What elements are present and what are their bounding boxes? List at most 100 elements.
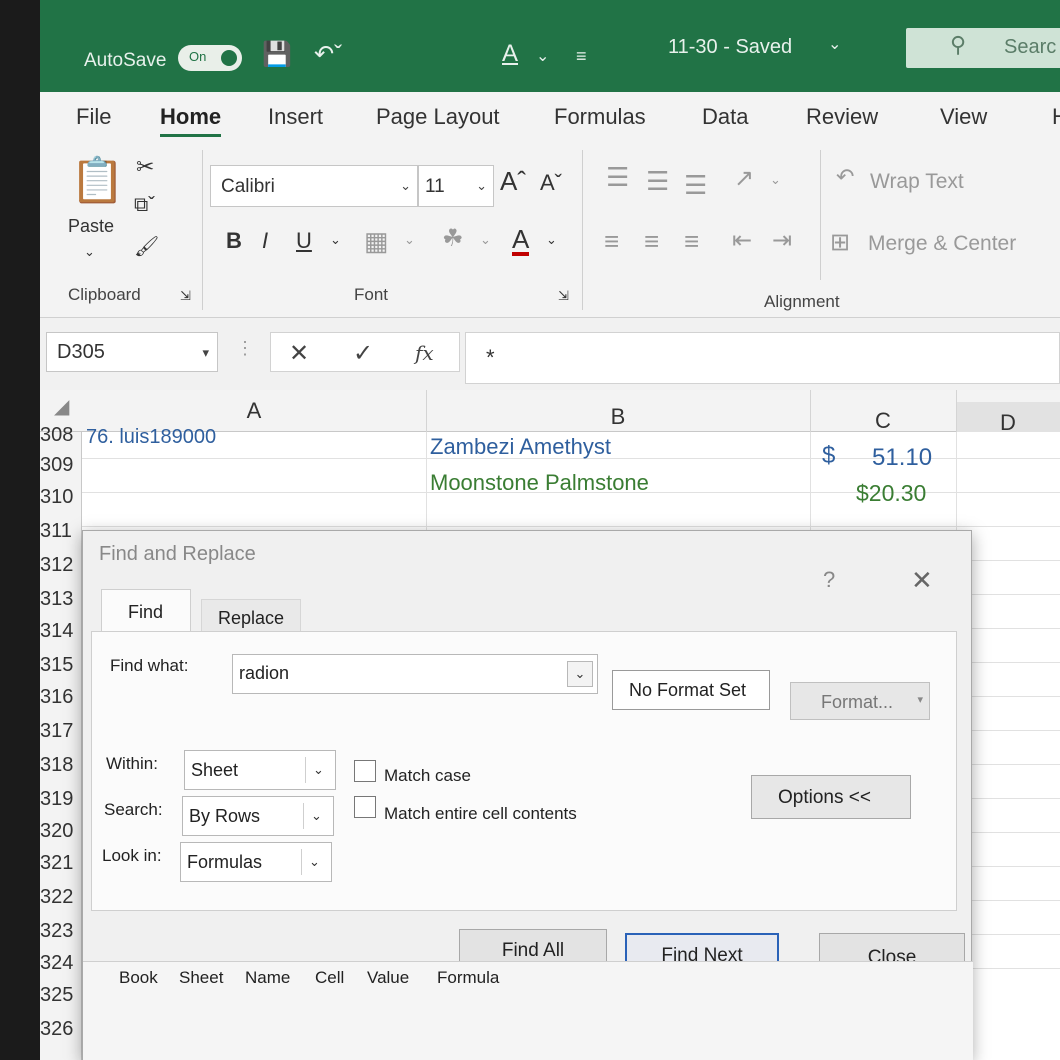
- wrap-text-button[interactable]: Wrap Text: [870, 170, 964, 194]
- find-what-field[interactable]: ⌄: [232, 654, 598, 694]
- name-box[interactable]: D305 ▾: [46, 332, 218, 372]
- decrease-indent-icon[interactable]: ⇤: [732, 226, 752, 255]
- tab-formulas[interactable]: Formulas: [554, 104, 646, 130]
- font-name-select[interactable]: Calibri ⌄: [210, 165, 418, 207]
- insert-function-icon[interactable]: fx: [415, 341, 434, 365]
- chevron-down-icon[interactable]: ⌄: [404, 232, 415, 248]
- borders-icon[interactable]: ▦: [364, 226, 389, 257]
- chevron-down-icon[interactable]: ⌄: [770, 172, 781, 188]
- middle-align-icon[interactable]: ☰: [646, 166, 669, 197]
- search-select[interactable]: By Rows ⌄: [182, 796, 334, 836]
- chevron-down-icon[interactable]: ⌄: [536, 46, 549, 66]
- tab-file[interactable]: File: [76, 104, 111, 130]
- row-header[interactable]: 325: [40, 984, 82, 1007]
- search-box[interactable]: ⚲ Searc: [906, 28, 1060, 68]
- cell-c308[interactable]: 51.10: [872, 444, 932, 472]
- formula-input[interactable]: *: [465, 332, 1060, 384]
- increase-indent-icon[interactable]: ⇥: [772, 226, 792, 255]
- format-painter-icon[interactable]: 🖌: [134, 234, 159, 259]
- tab-review[interactable]: Review: [806, 104, 878, 130]
- clipboard-launcher-icon[interactable]: ⇲: [180, 288, 191, 304]
- title-chevron-icon[interactable]: ⌄: [828, 34, 841, 54]
- cell-b308[interactable]: Zambezi Amethyst: [430, 434, 611, 460]
- results-col-book[interactable]: Book: [119, 968, 158, 988]
- paste-chevron-icon[interactable]: ⌄: [84, 244, 95, 260]
- row-header[interactable]: 309: [40, 454, 82, 477]
- column-header-a[interactable]: A: [82, 398, 426, 424]
- row-header[interactable]: 314: [40, 620, 82, 643]
- match-entire-label[interactable]: Match entire cell contents: [384, 804, 577, 824]
- cell-a308[interactable]: 76. luis189000: [86, 426, 216, 449]
- top-align-icon[interactable]: ☰: [606, 162, 629, 193]
- cut-icon[interactable]: ✂: [136, 154, 154, 180]
- paste-icon[interactable]: 📋: [70, 154, 125, 206]
- row-header[interactable]: 308: [40, 424, 82, 447]
- merge-center-button[interactable]: Merge & Center: [868, 232, 1016, 256]
- format-button[interactable]: Format... ▾: [790, 682, 930, 720]
- fill-color-icon[interactable]: ☘: [442, 224, 464, 253]
- options-button[interactable]: Options <<: [751, 775, 911, 819]
- results-col-formula[interactable]: Formula: [437, 968, 499, 988]
- customize-toolbar-icon[interactable]: ≡: [576, 46, 587, 67]
- row-header[interactable]: 323: [40, 920, 82, 943]
- font-size-select[interactable]: 11 ⌄: [418, 165, 494, 207]
- tab-help[interactable]: H: [1052, 104, 1060, 130]
- results-col-value[interactable]: Value: [367, 968, 409, 988]
- cell-c308-currency[interactable]: $: [822, 442, 835, 470]
- cell-c309[interactable]: $20.30: [856, 480, 926, 507]
- underline-button[interactable]: U: [296, 228, 312, 254]
- align-center-icon[interactable]: ≡: [644, 226, 659, 257]
- tab-replace[interactable]: Replace: [201, 599, 301, 635]
- results-col-sheet[interactable]: Sheet: [179, 968, 223, 988]
- row-header[interactable]: 316: [40, 686, 82, 709]
- font-color-icon[interactable]: A: [502, 40, 518, 68]
- bottom-align-icon[interactable]: ☰: [684, 170, 707, 201]
- column-header-d[interactable]: D: [956, 410, 1060, 436]
- autosave-toggle[interactable]: On: [178, 45, 242, 71]
- chevron-down-icon[interactable]: ⌄: [546, 232, 557, 248]
- increase-font-icon[interactable]: Aˆ: [500, 166, 526, 197]
- close-icon[interactable]: ✕: [911, 565, 933, 596]
- tab-find[interactable]: Find: [101, 589, 191, 633]
- align-right-icon[interactable]: ≡: [684, 226, 699, 257]
- look-in-select[interactable]: Formulas ⌄: [180, 842, 332, 882]
- row-header[interactable]: 318: [40, 754, 82, 777]
- match-case-checkbox[interactable]: [354, 760, 376, 782]
- font-color-icon[interactable]: A: [512, 226, 530, 256]
- wrap-text-icon[interactable]: ↶: [836, 164, 854, 190]
- row-header[interactable]: 310: [40, 486, 82, 509]
- tab-data[interactable]: Data: [702, 104, 748, 130]
- copy-icon[interactable]: ⧉ˇ: [134, 194, 155, 217]
- row-header[interactable]: 320: [40, 820, 82, 843]
- row-header[interactable]: 317: [40, 720, 82, 743]
- tab-view[interactable]: View: [940, 104, 987, 130]
- row-header[interactable]: 311: [40, 520, 82, 543]
- chevron-down-icon[interactable]: ⌄: [480, 232, 491, 248]
- column-header-b[interactable]: B: [426, 404, 810, 430]
- enter-icon[interactable]: ✓: [353, 339, 373, 368]
- merge-center-icon[interactable]: ⊞: [830, 228, 850, 257]
- results-col-cell[interactable]: Cell: [315, 968, 344, 988]
- italic-button[interactable]: I: [262, 228, 268, 254]
- save-icon[interactable]: 💾: [262, 40, 292, 69]
- select-all-icon[interactable]: ◢: [54, 394, 69, 419]
- font-launcher-icon[interactable]: ⇲: [558, 288, 569, 304]
- row-header[interactable]: 315: [40, 654, 82, 677]
- tab-insert[interactable]: Insert: [268, 104, 323, 130]
- cancel-icon[interactable]: ✕: [289, 339, 309, 368]
- row-header[interactable]: 312: [40, 554, 82, 577]
- cell-b309[interactable]: Moonstone Palmstone: [430, 470, 649, 496]
- undo-icon[interactable]: ↶ˇ: [314, 40, 342, 69]
- chevron-down-icon[interactable]: ⌄: [567, 661, 593, 687]
- match-case-label[interactable]: Match case: [384, 766, 471, 786]
- align-left-icon[interactable]: ≡: [604, 226, 619, 257]
- decrease-font-icon[interactable]: Aˇ: [540, 170, 562, 196]
- bold-button[interactable]: B: [226, 228, 242, 254]
- tab-page-layout[interactable]: Page Layout: [376, 104, 500, 130]
- row-header[interactable]: 321: [40, 852, 82, 875]
- row-header[interactable]: 322: [40, 886, 82, 909]
- row-header[interactable]: 326: [40, 1018, 82, 1041]
- orientation-icon[interactable]: ↗: [734, 164, 754, 193]
- column-header-c[interactable]: C: [810, 408, 956, 434]
- row-header[interactable]: 324: [40, 952, 82, 975]
